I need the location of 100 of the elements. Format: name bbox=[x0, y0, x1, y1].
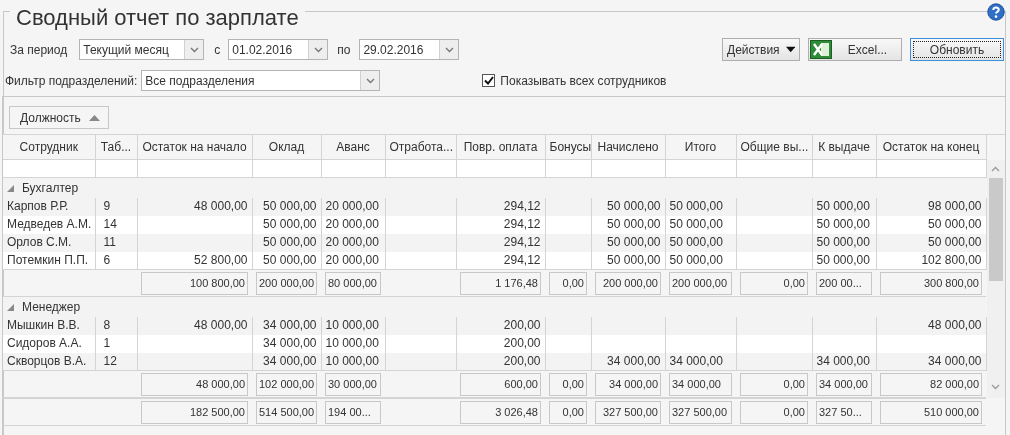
table-cell: 34 000,00 bbox=[263, 318, 317, 332]
total-cell: 0,00 bbox=[740, 372, 808, 396]
scrollbar[interactable] bbox=[986, 159, 1005, 398]
table-cell: 14 bbox=[103, 217, 117, 231]
group-by-button[interactable]: Должность bbox=[9, 106, 109, 129]
period-dropdown[interactable]: Текущий месяц bbox=[79, 39, 205, 60]
total-cell: 3 026,48 bbox=[460, 400, 541, 424]
total-cell: 0,00 bbox=[740, 400, 808, 424]
total-cell: 327 500,00 bbox=[669, 400, 732, 424]
table-cell: 6 bbox=[103, 252, 111, 267]
total-cell: 82 000,00 bbox=[880, 372, 982, 396]
table-cell: 34 000,00 bbox=[607, 353, 661, 368]
total-cell: 327 50... bbox=[816, 400, 872, 424]
total-cell: 1 176,48 bbox=[460, 271, 541, 295]
table-cell: 52 800,00 bbox=[194, 252, 248, 267]
column-header[interactable]: Аванс bbox=[321, 135, 385, 159]
total-cell: 34 000,00 bbox=[595, 372, 661, 396]
table-cell: 34 000,00 bbox=[263, 336, 317, 350]
button[interactable]: Excel... bbox=[808, 38, 902, 61]
column-header[interactable]: Таб... bbox=[95, 135, 137, 159]
table-cell: Сидоров А.А. bbox=[7, 336, 82, 350]
total-cell: 34 000,00 bbox=[669, 372, 732, 396]
column-header[interactable]: Повр. оплата bbox=[456, 135, 545, 159]
date-field[interactable]: 29.02.2016 bbox=[359, 39, 460, 60]
column-header[interactable]: Остаток на конец bbox=[876, 135, 986, 159]
total-cell: 600,00 bbox=[460, 372, 541, 396]
table-cell: 50 000,00 bbox=[816, 199, 870, 213]
table-cell: 50 000,00 bbox=[669, 252, 723, 267]
column-header[interactable]: Итого bbox=[665, 135, 736, 159]
table-cell: 50 000,00 bbox=[669, 235, 723, 249]
column-header[interactable]: Общие вы... bbox=[736, 135, 812, 159]
table-cell: 34 000,00 bbox=[816, 353, 870, 368]
total-cell: 0,00 bbox=[549, 372, 587, 396]
total-cell: 327 500,00 bbox=[595, 400, 661, 424]
table-cell: 50 000,00 bbox=[816, 235, 870, 249]
total-cell: 200 000,00 bbox=[256, 271, 317, 295]
table-cell: 50 000,00 bbox=[816, 217, 870, 231]
table-cell: Скворцов В.А. bbox=[7, 353, 87, 368]
table-cell: 294,12 bbox=[503, 252, 541, 267]
checkbox-label: Показывать всех сотрудников bbox=[500, 72, 667, 90]
table-cell: 98 000,00 bbox=[928, 199, 982, 213]
table-cell: 48 000,00 bbox=[194, 318, 248, 332]
chevron-icon bbox=[189, 46, 199, 53]
table-cell: 50 000,00 bbox=[928, 235, 982, 249]
help-icon[interactable] bbox=[987, 3, 1005, 21]
total-cell: 194 00... bbox=[325, 400, 381, 424]
caret-icon bbox=[785, 46, 795, 53]
table-cell: 11 bbox=[103, 235, 116, 249]
total-cell: 0,00 bbox=[740, 271, 808, 295]
column-header[interactable]: Начислено bbox=[591, 135, 665, 159]
expand-icon[interactable] bbox=[7, 304, 14, 312]
total-cell: 510 000,00 bbox=[880, 400, 982, 424]
to-label: по bbox=[337, 41, 351, 59]
table-cell: 200,00 bbox=[503, 353, 541, 368]
total-cell: 200 00... bbox=[816, 271, 872, 295]
checkbox[interactable] bbox=[482, 74, 496, 87]
department-dropdown[interactable]: Все подразделения bbox=[141, 70, 381, 91]
chevron-icon bbox=[444, 46, 454, 53]
total-cell: 48 000,00 bbox=[141, 372, 248, 396]
table-cell: 200,00 bbox=[503, 336, 541, 350]
date-field[interactable]: 01.02.2016 bbox=[228, 39, 329, 60]
total-cell: 34 000,00 bbox=[816, 372, 872, 396]
table-cell: 50 000,00 bbox=[263, 217, 317, 231]
table-cell: 50 000,00 bbox=[816, 252, 870, 267]
column-header[interactable]: Бонусы bbox=[545, 135, 591, 159]
period-label: За период bbox=[10, 41, 68, 59]
column-header[interactable]: Сотрудник bbox=[3, 135, 95, 159]
table-cell: 10 000,00 bbox=[325, 336, 379, 350]
chevron-icon bbox=[313, 46, 323, 53]
table-cell: 10 000,00 bbox=[325, 318, 379, 332]
table-cell: 50 000,00 bbox=[607, 217, 661, 231]
total-cell: 200 000,00 bbox=[595, 271, 661, 295]
table-cell: 48 000,00 bbox=[928, 318, 982, 332]
table-cell: 294,12 bbox=[503, 199, 541, 213]
column-header[interactable]: Отработа... bbox=[385, 135, 456, 159]
table-cell: 20 000,00 bbox=[325, 235, 379, 249]
table-cell: 102 800,00 bbox=[921, 252, 982, 267]
table-cell: 34 000,00 bbox=[263, 353, 317, 368]
button[interactable]: Обновить bbox=[910, 38, 1004, 61]
button[interactable]: Действия bbox=[722, 38, 800, 61]
chevron-icon bbox=[365, 77, 375, 84]
total-cell: 300 800,00 bbox=[880, 271, 982, 295]
table-cell: 48 000,00 bbox=[194, 199, 248, 213]
table-cell: Потемкин П.П. bbox=[7, 252, 89, 267]
table-cell: 50 000,00 bbox=[607, 235, 661, 249]
table-cell: 20 000,00 bbox=[325, 199, 379, 213]
column-header[interactable]: Остаток на начало bbox=[137, 135, 252, 159]
column-header[interactable]: К выдаче bbox=[812, 135, 876, 159]
table-cell: 20 000,00 bbox=[325, 217, 379, 231]
total-cell: 0,00 bbox=[549, 400, 587, 424]
column-header[interactable]: Оклад bbox=[252, 135, 321, 159]
total-cell: 102 000,00 bbox=[256, 372, 317, 396]
table-cell: 200,00 bbox=[503, 318, 541, 332]
group-header: Менеджер bbox=[22, 299, 81, 314]
table-cell: Медведев А.М. bbox=[7, 217, 92, 231]
table-cell: 34 000,00 bbox=[669, 353, 723, 368]
table-cell: 1 bbox=[103, 336, 111, 350]
total-cell: 182 500,00 bbox=[141, 400, 248, 424]
expand-icon[interactable] bbox=[7, 185, 14, 193]
total-cell: 200 000,00 bbox=[669, 271, 732, 295]
